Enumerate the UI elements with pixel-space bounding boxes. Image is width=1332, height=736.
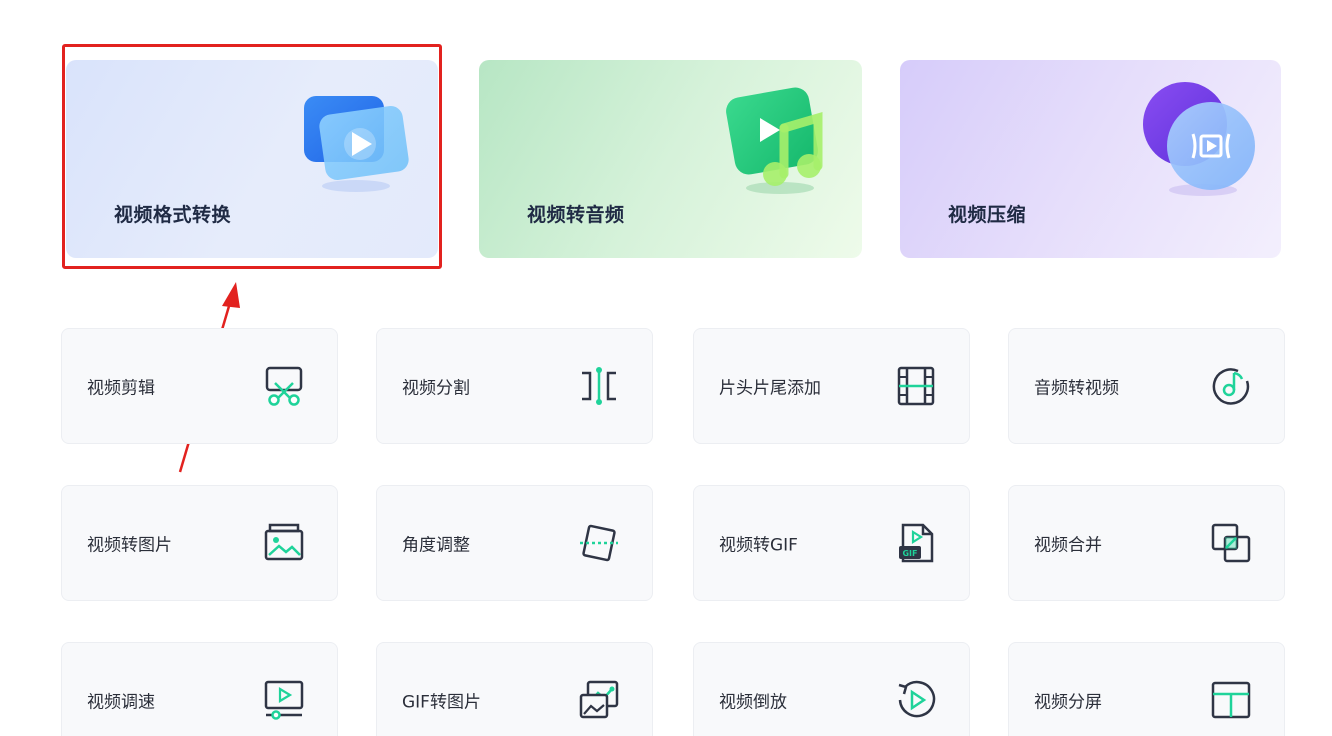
scissors-icon: [265, 366, 303, 406]
tool-label: 片头片尾添加: [719, 378, 821, 399]
video-compress-card[interactable]: 视频压缩: [900, 60, 1281, 258]
rotate-frame-icon: [580, 524, 618, 562]
tool-video-to-image[interactable]: 视频转图片: [61, 485, 338, 601]
tool-label: GIF转图片: [402, 692, 481, 713]
split-icon: [582, 367, 616, 405]
tool-angle-adjust[interactable]: 角度调整: [376, 485, 653, 601]
tool-intro-outro[interactable]: 片头片尾添加: [693, 328, 970, 444]
tool-video-speed[interactable]: 视频调速: [61, 642, 338, 736]
video-to-audio-card[interactable]: 视频转音频: [479, 60, 862, 258]
split-screen-icon: [1211, 681, 1251, 719]
gif-to-image-icon: [579, 680, 619, 719]
tool-video-reverse[interactable]: 视频倒放: [693, 642, 970, 736]
tool-audio-to-video[interactable]: 音频转视频: [1008, 328, 1285, 444]
video-format-convert-card[interactable]: 视频格式转换: [66, 60, 438, 258]
tool-video-split[interactable]: 视频分割: [376, 328, 653, 444]
gif-file-icon: GIF: [899, 523, 934, 563]
music-disc-icon: [1212, 368, 1250, 405]
svg-text:GIF: GIF: [902, 549, 917, 558]
tool-label: 视频分割: [402, 378, 470, 399]
film-strip-icon: [897, 366, 935, 406]
reverse-play-icon: [898, 680, 936, 718]
video-to-audio-icon: [726, 87, 823, 194]
tool-label: 视频合并: [1034, 535, 1102, 556]
tool-video-edit[interactable]: 视频剪辑: [61, 328, 338, 444]
tool-video-to-gif[interactable]: 视频转GIF GIF: [693, 485, 970, 601]
tool-label: 视频调速: [87, 692, 155, 713]
featured-title: 视频压缩: [948, 204, 1027, 226]
tool-gif-to-image[interactable]: GIF转图片: [376, 642, 653, 736]
tool-label: 视频倒放: [719, 692, 787, 713]
tool-label: 角度调整: [402, 535, 470, 556]
featured-title: 视频转音频: [527, 204, 625, 226]
speed-player-icon: [264, 680, 304, 720]
tool-label: 音频转视频: [1034, 378, 1119, 399]
featured-title: 视频格式转换: [114, 204, 232, 226]
video-compress-icon: [1143, 82, 1255, 196]
tool-label: 视频转GIF: [719, 535, 798, 556]
image-icon: [264, 523, 304, 561]
tool-video-merge[interactable]: 视频合并: [1008, 485, 1285, 601]
merge-icon: [1211, 523, 1251, 563]
video-convert-icon: [304, 96, 409, 192]
tool-label: 视频转图片: [87, 535, 172, 556]
tool-video-split-screen[interactable]: 视频分屏: [1008, 642, 1285, 736]
tool-label: 视频分屏: [1034, 692, 1102, 713]
tool-label: 视频剪辑: [87, 378, 155, 399]
